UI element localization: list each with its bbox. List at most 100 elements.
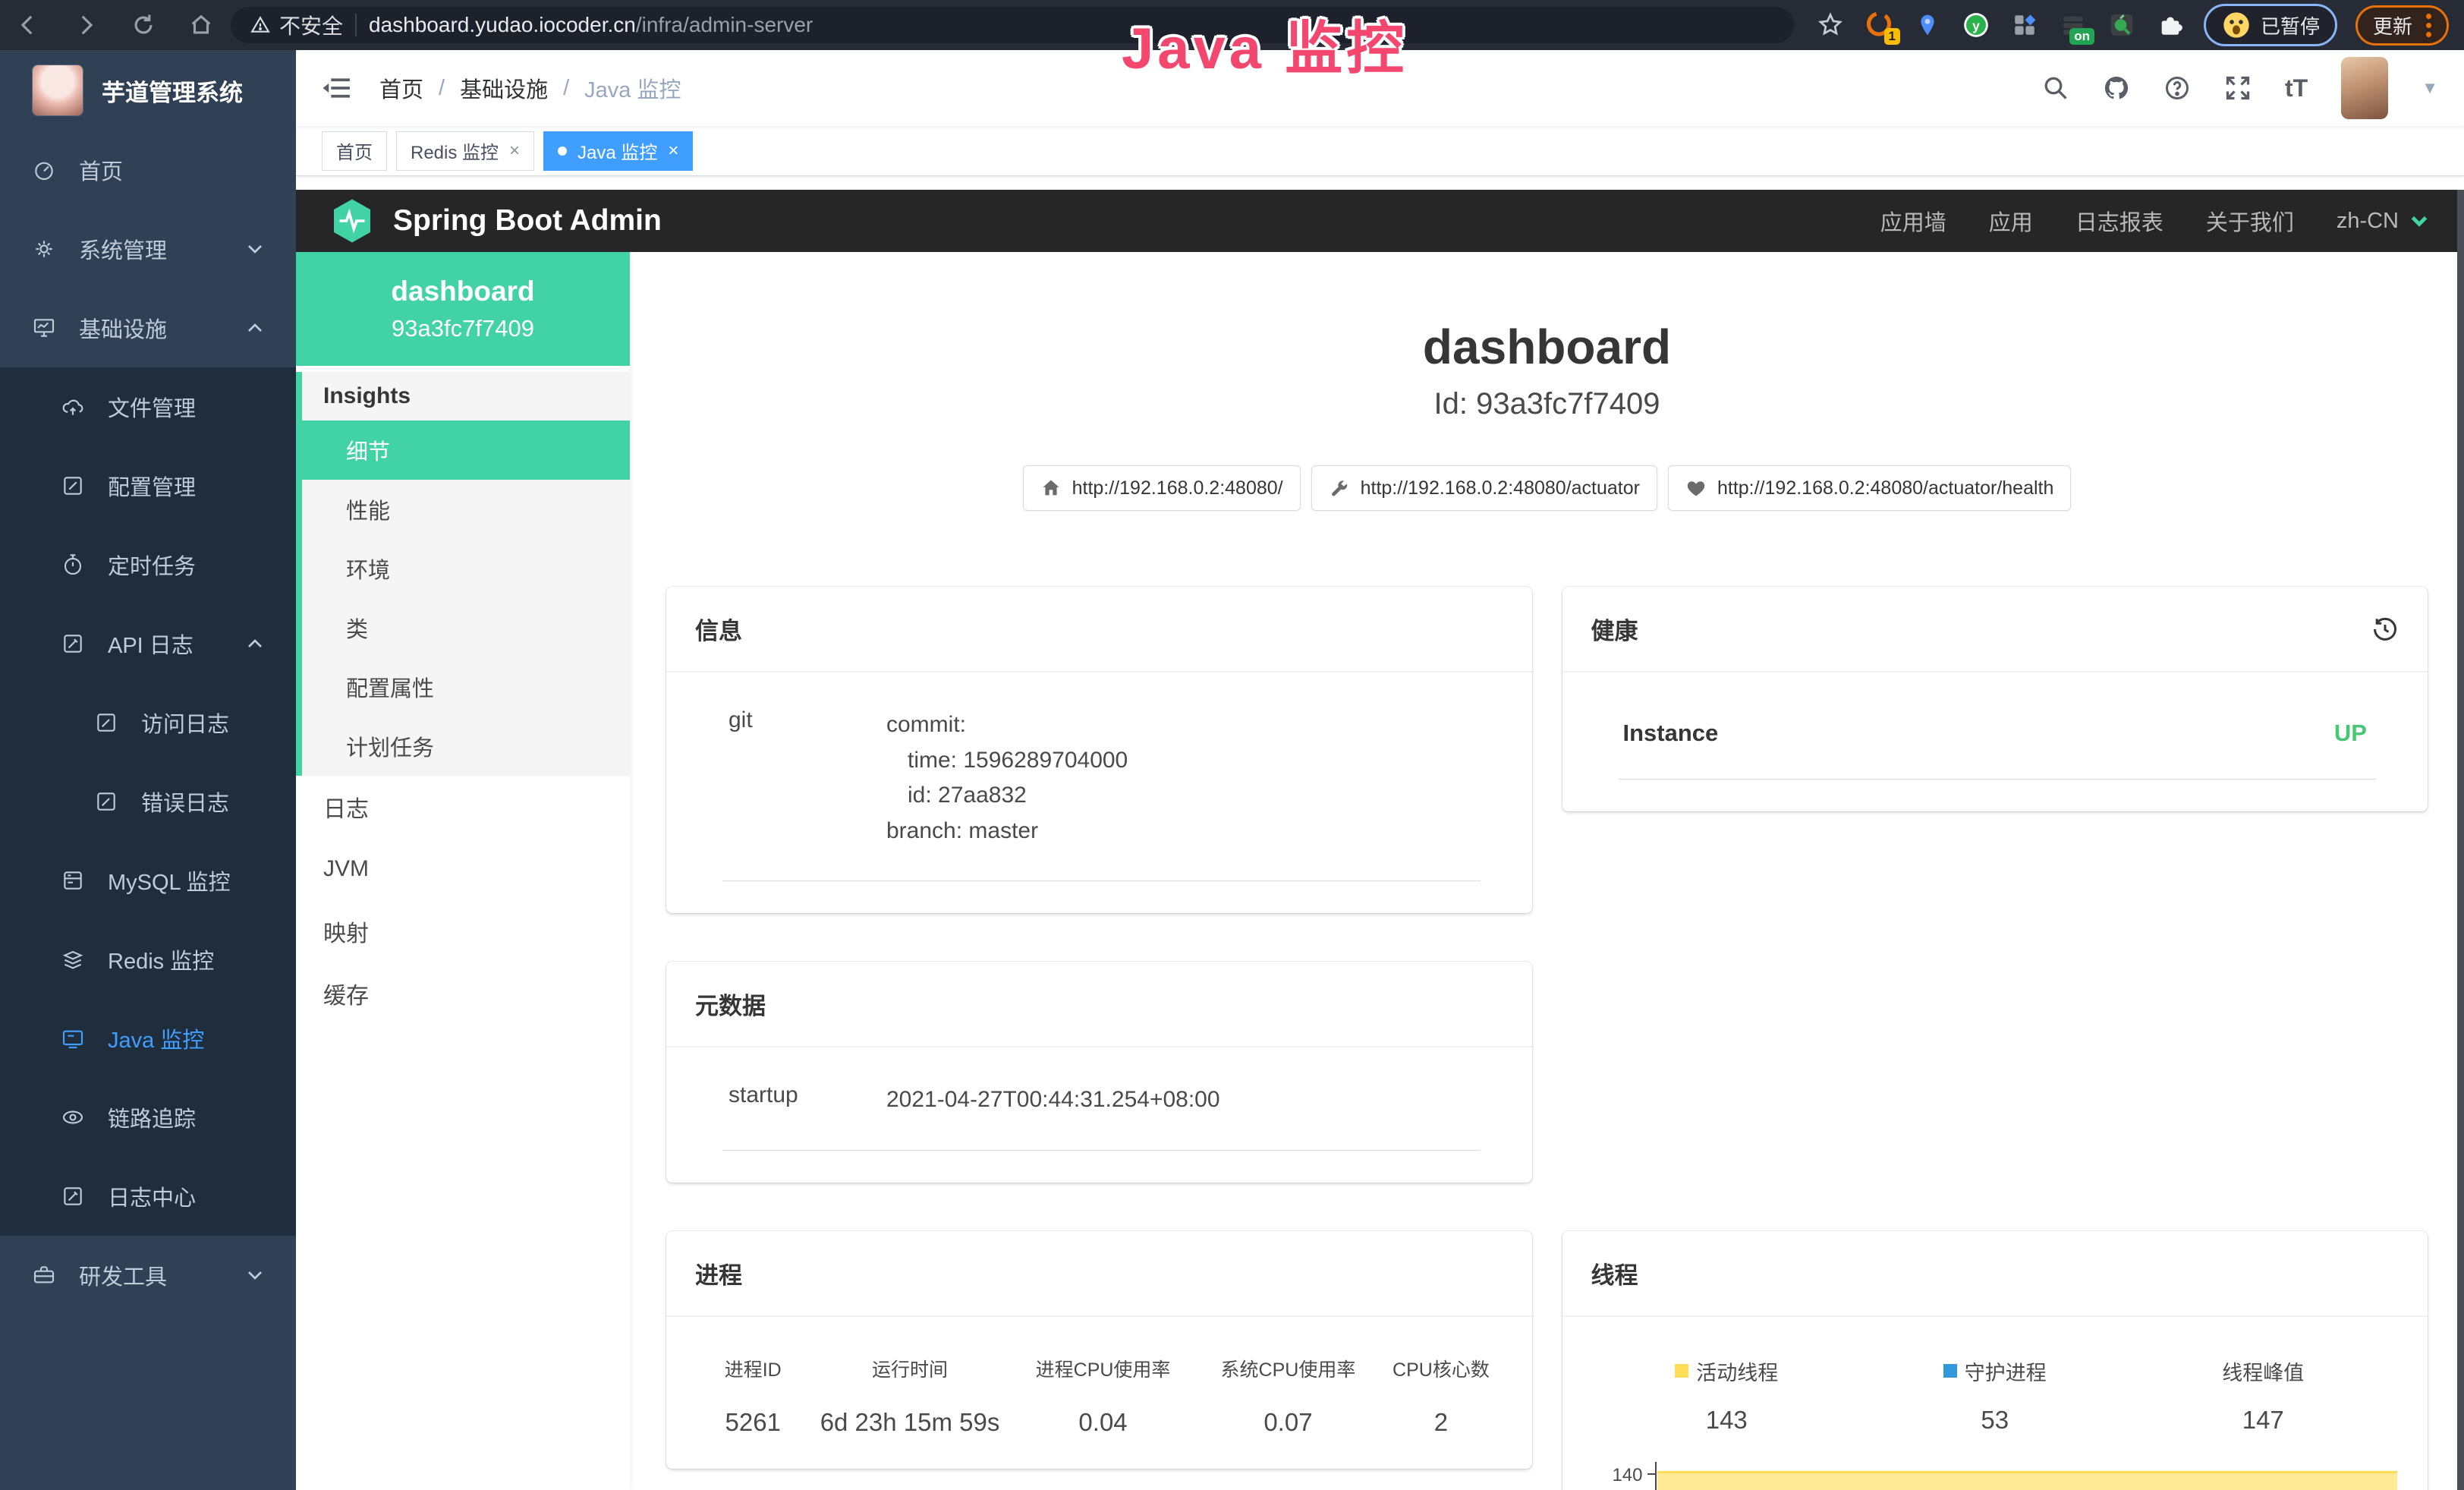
sba-brand[interactable]: Spring Boot Admin	[331, 198, 662, 244]
reload-icon[interactable]	[131, 12, 156, 38]
process-uptime: 6d 23h 15m 59s	[809, 1385, 1010, 1437]
sidebar-item-log-center[interactable]: 日志中心	[0, 1157, 296, 1236]
actuator-url-button[interactable]: http://192.168.0.2:48080/actuator	[1311, 465, 1657, 511]
process-card: 进程 进程ID 运行时间 进程CPU使用率 系统CPU使用率 CPU核心数 52…	[666, 1231, 1532, 1469]
sidebar-item-file-mgmt[interactable]: 文件管理	[0, 367, 296, 446]
process-col-cores: CPU核心数	[1380, 1352, 1501, 1385]
sidebar-item-home[interactable]: 首页	[0, 131, 296, 209]
sba-nav-details[interactable]: 细节	[296, 421, 630, 480]
address-bar[interactable]: 不安全 dashboard.yudao.iocoder.cn/infra/adm…	[231, 7, 1794, 43]
chevron-up-icon	[246, 319, 264, 337]
scrollbar[interactable]	[2457, 190, 2464, 1490]
app-sidebar: 芋道管理系统 首页 系统管理 基础设施 文件管理 配置管理 定时任务 API 日…	[0, 50, 296, 1490]
extension-orange-icon[interactable]: 1	[1864, 10, 1894, 40]
back-icon[interactable]	[15, 12, 41, 38]
extension-leaf-icon[interactable]	[2107, 10, 2137, 40]
extensions-puzzle-icon[interactable]	[2155, 10, 2186, 40]
sidebar-item-infra[interactable]: 基础设施	[0, 288, 296, 367]
tab-paused-pill[interactable]: 已暂停	[2204, 4, 2337, 46]
github-icon[interactable]	[2103, 74, 2130, 102]
browser-menu-icon[interactable]	[2426, 14, 2431, 37]
text-size-icon[interactable]: tT	[2285, 74, 2308, 102]
sba-nav-mappings[interactable]: 映射	[296, 900, 630, 962]
sba-logo-icon	[331, 198, 373, 244]
active-dot	[558, 146, 567, 156]
extension-on-badge-icon[interactable]: on	[2058, 10, 2088, 40]
forward-icon[interactable]	[73, 12, 99, 38]
process-table: 进程ID 运行时间 进程CPU使用率 系统CPU使用率 CPU核心数 5261 …	[697, 1352, 1502, 1437]
sidebar-item-scheduled-jobs[interactable]: 定时任务	[0, 525, 296, 604]
sidebar-item-access-log[interactable]: 访问日志	[0, 683, 296, 762]
sidebar-item-java-monitor[interactable]: Java 监控	[0, 999, 296, 1078]
tab-java-monitor[interactable]: Java 监控×	[543, 131, 693, 171]
instance-id-line: Id: 93a3fc7f7409	[630, 387, 2464, 421]
sidebar-item-system[interactable]: 系统管理	[0, 209, 296, 288]
navbar-actions: tT ▼	[2042, 57, 2438, 119]
sidebar-item-mysql-monitor[interactable]: MySQL 监控	[0, 841, 296, 920]
app-logo-block[interactable]: 芋道管理系统	[0, 50, 296, 131]
security-status[interactable]: 不安全	[250, 10, 343, 40]
history-icon[interactable]	[2371, 616, 2399, 643]
row-divider	[722, 1150, 1481, 1151]
sba-menu-wallboard[interactable]: 应用墙	[1880, 205, 1946, 237]
info-card: 信息 git commit: time: 1596289704000 id: 2…	[666, 587, 1532, 913]
tab-redis-monitor[interactable]: Redis 监控×	[396, 131, 534, 171]
sba-menu-journal[interactable]: 日志报表	[2075, 205, 2163, 237]
search-icon[interactable]	[2042, 74, 2069, 102]
breadcrumb: 首页 / 基础设施 / Java 监控	[379, 72, 681, 104]
help-icon[interactable]	[2163, 74, 2191, 102]
extension-pin-icon[interactable]	[1912, 10, 1943, 40]
chevron-down-icon	[2409, 211, 2429, 231]
breadcrumb-home[interactable]: 首页	[379, 72, 423, 104]
sba-language-select[interactable]: zh-CN	[2337, 209, 2429, 234]
row-divider	[722, 880, 1481, 881]
sba-nav-classes[interactable]: 类	[302, 598, 630, 657]
sba-menu-applications[interactable]: 应用	[1989, 205, 2033, 237]
bookmark-star-icon[interactable]	[1815, 10, 1846, 40]
legend-swatch-blue	[1943, 1364, 1957, 1378]
heart-icon	[1685, 477, 1707, 499]
log-edit-icon	[61, 632, 85, 656]
process-col-uptime: 运行时间	[809, 1352, 1010, 1385]
sba-menu-about[interactable]: 关于我们	[2206, 205, 2294, 237]
health-key: Instance	[1623, 720, 1719, 747]
sba-nav-logs[interactable]: 日志	[296, 776, 630, 838]
sidebar-item-redis-monitor[interactable]: Redis 监控	[0, 920, 296, 999]
sba-nav-jvm[interactable]: JVM	[296, 838, 630, 900]
sba-nav-config-props[interactable]: 配置属性	[302, 657, 630, 717]
health-card-title: 健康	[1591, 612, 1638, 646]
extension-grid-icon[interactable]	[2009, 10, 2040, 40]
gear-icon	[32, 237, 56, 261]
sba-nav-metrics[interactable]: 性能	[302, 480, 630, 539]
instance-header[interactable]: dashboard 93a3fc7f7409	[296, 252, 630, 366]
sba-nav-environment[interactable]: 环境	[302, 539, 630, 598]
process-col-pid: 进程ID	[697, 1352, 809, 1385]
chart-plot-area	[1655, 1462, 2398, 1490]
update-button[interactable]: 更新	[2355, 5, 2449, 46]
close-icon[interactable]: ×	[509, 140, 520, 162]
sidebar-item-api-log[interactable]: API 日志	[0, 604, 296, 683]
tab-home[interactable]: 首页	[322, 131, 387, 171]
process-card-title: 进程	[695, 1256, 742, 1290]
sba-nav-caches[interactable]: 缓存	[296, 962, 630, 1025]
git-info-row: git commit: time: 1596289704000 id: 27aa…	[697, 707, 1502, 849]
service-url-button[interactable]: http://192.168.0.2:48080/	[1023, 465, 1301, 511]
hamburger-icon[interactable]	[322, 73, 352, 103]
avatar-caret-icon[interactable]: ▼	[2422, 78, 2438, 98]
close-icon[interactable]: ×	[668, 140, 678, 162]
sidebar-item-error-log[interactable]: 错误日志	[0, 762, 296, 841]
sidebar-item-config-mgmt[interactable]: 配置管理	[0, 446, 296, 525]
sba-nav-scheduled-tasks[interactable]: 计划任务	[302, 717, 630, 776]
sba-header: Spring Boot Admin 应用墙 应用 日志报表 关于我们 zh-CN	[296, 190, 2464, 252]
extension-green-y-icon[interactable]: y	[1961, 10, 1991, 40]
instance-links: http://192.168.0.2:48080/ http://192.168…	[630, 465, 2464, 511]
avatar[interactable]	[2341, 57, 2388, 119]
sidebar-item-tracing[interactable]: 链路追踪	[0, 1078, 296, 1157]
sidebar-item-dev-tools[interactable]: 研发工具	[0, 1236, 296, 1315]
breadcrumb-section[interactable]: 基础设施	[460, 72, 548, 104]
divider	[355, 14, 357, 36]
annotation-java-monitor: Java 监控	[1122, 2, 1408, 85]
home-icon[interactable]	[188, 12, 214, 38]
health-url-button[interactable]: http://192.168.0.2:48080/actuator/health	[1668, 465, 2071, 511]
fullscreen-icon[interactable]	[2224, 74, 2252, 102]
